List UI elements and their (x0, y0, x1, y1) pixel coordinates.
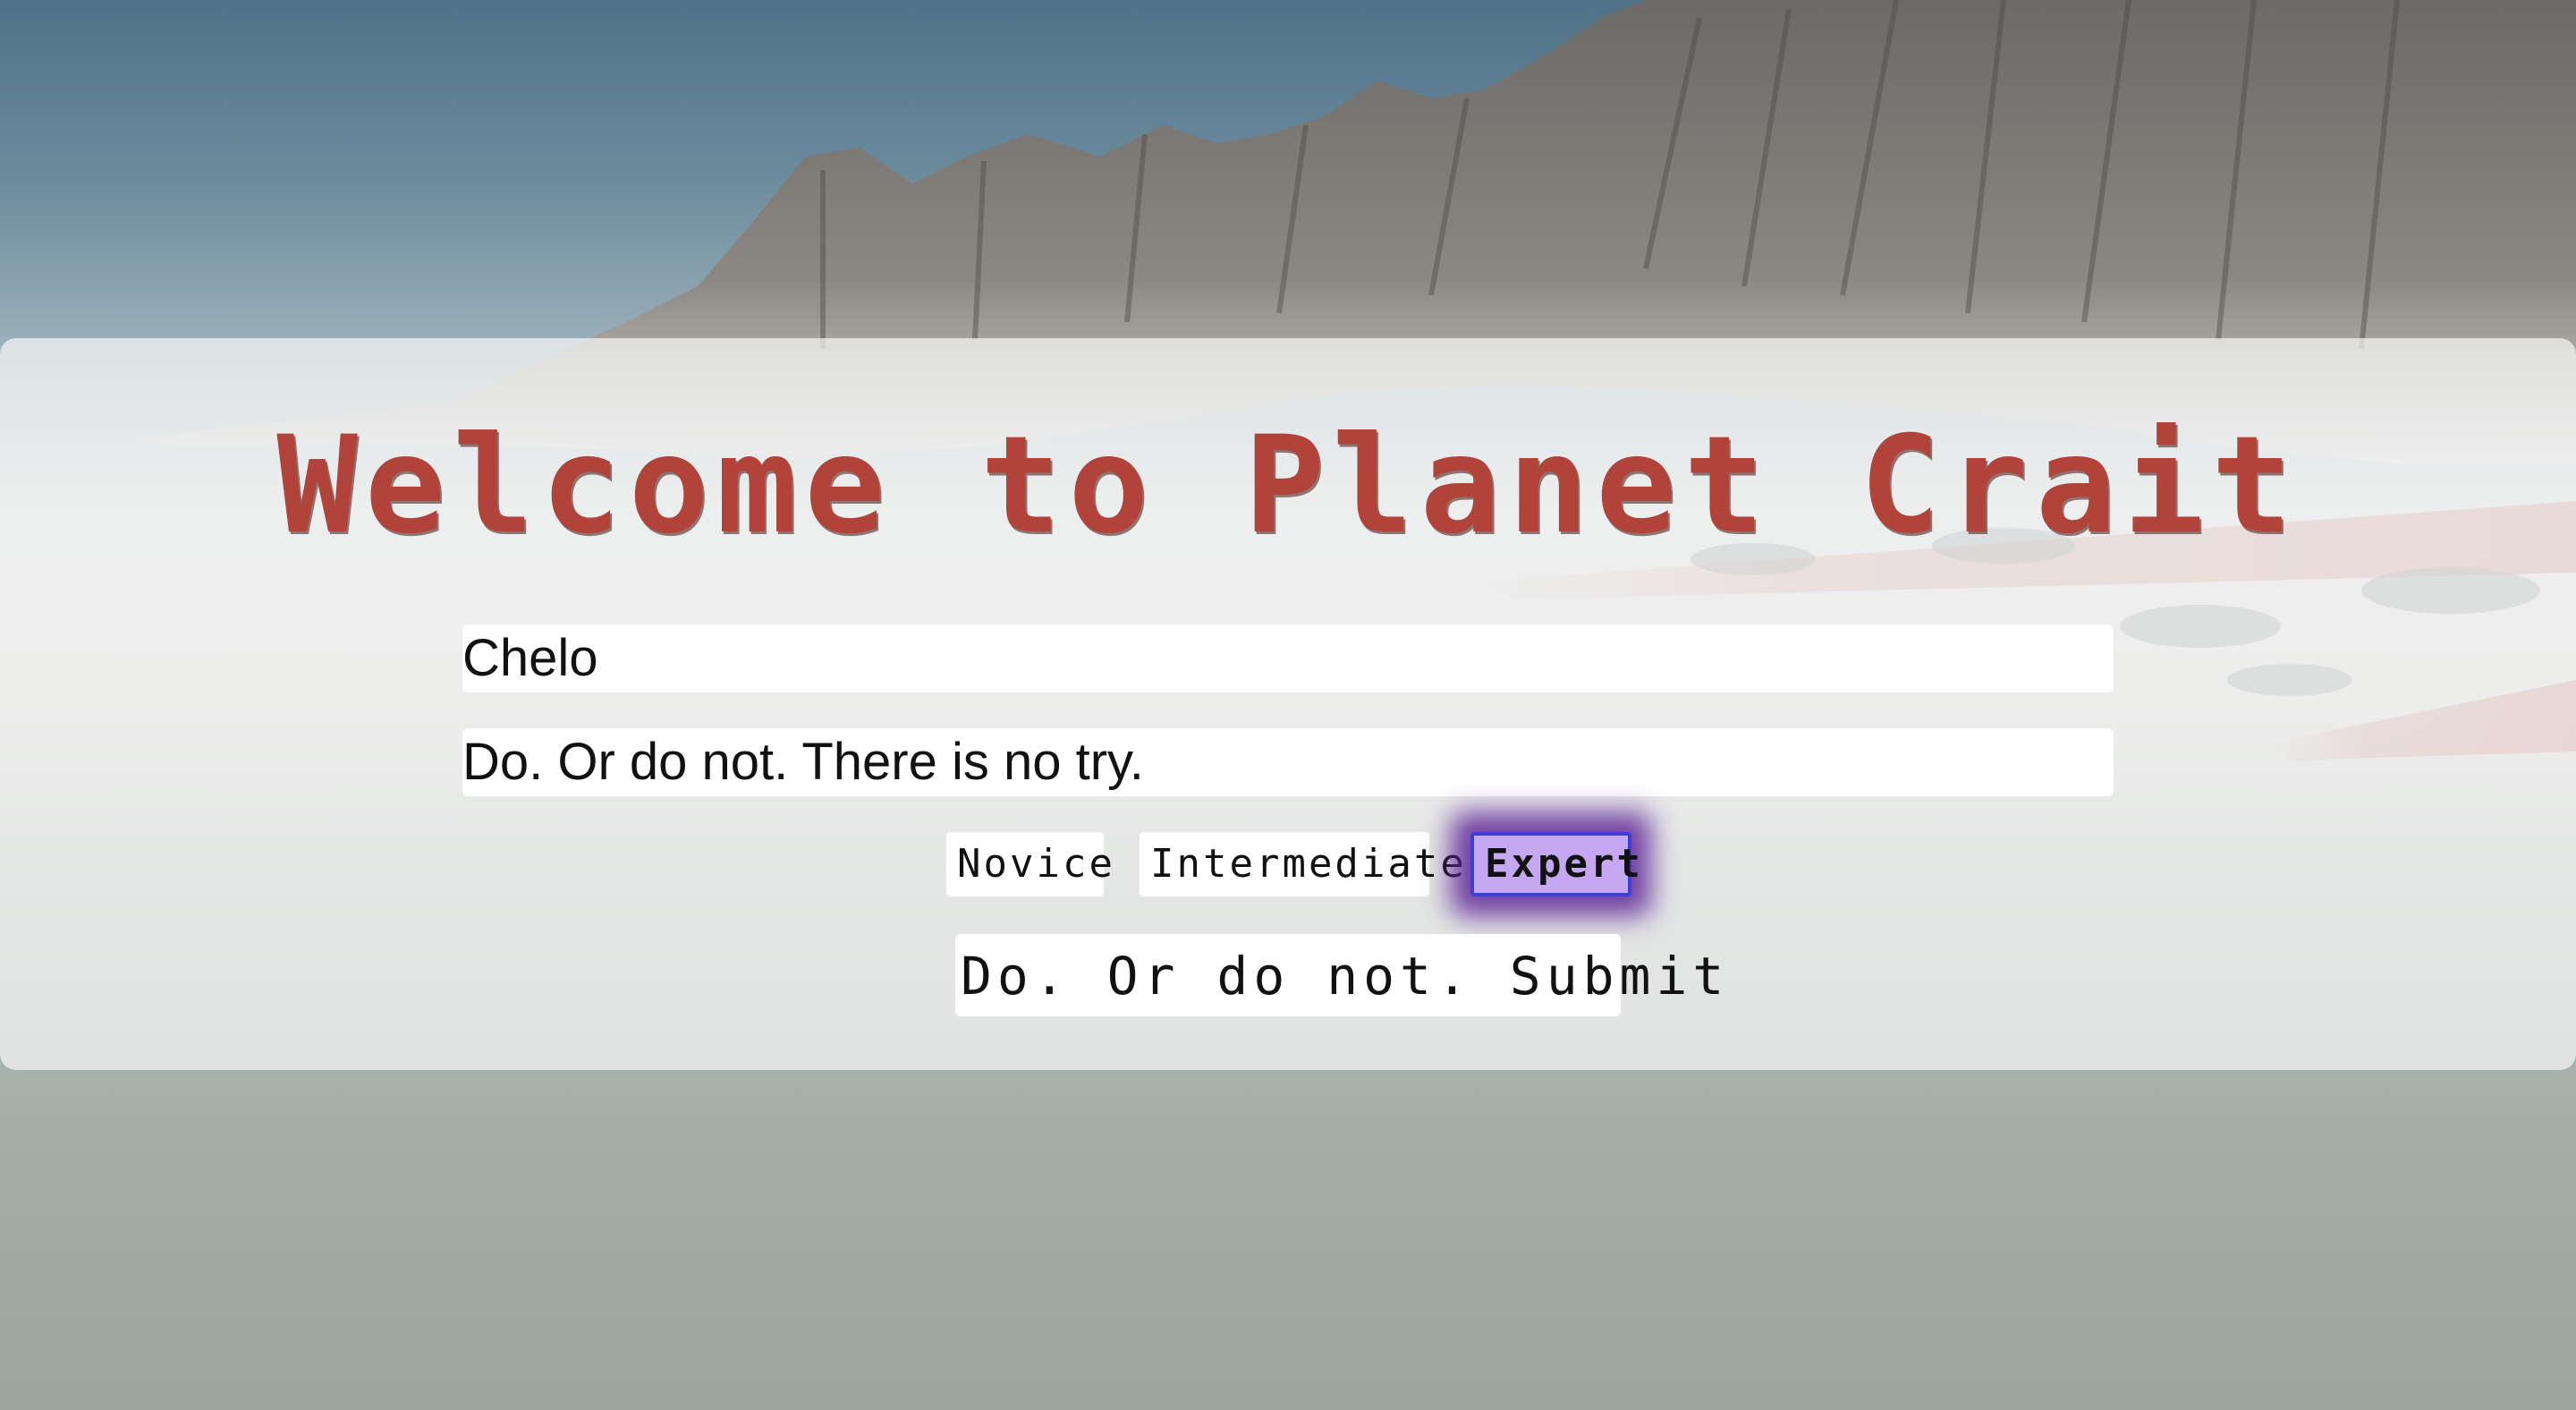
quote-input[interactable]: Do. Or do not. There is no try. (462, 728, 2114, 796)
submit-button[interactable]: Do. Or do not. Submit (955, 934, 1724, 1016)
page-title: Welcome to Planet Crait (276, 408, 2300, 564)
name-input[interactable]: Chelo (462, 624, 2114, 692)
level-selector: Novice Intermediate Expert (0, 832, 2576, 898)
level-novice-button[interactable]: Novice (946, 832, 1113, 896)
level-expert-button[interactable]: Expert (1470, 832, 1640, 896)
level-intermediate-button[interactable]: Intermediate (1140, 832, 1464, 896)
